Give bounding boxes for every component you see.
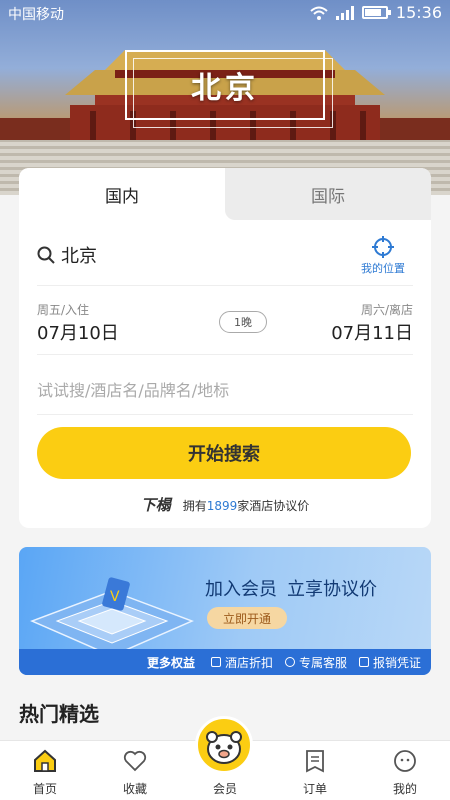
- benefit-label: 报销凭证: [372, 655, 421, 670]
- benefit-label: 专属客服: [298, 655, 347, 670]
- my-location-button[interactable]: 我的位置: [353, 236, 413, 276]
- benefit-service: 专属客服: [284, 654, 347, 671]
- headset-icon: [284, 657, 295, 667]
- mascot-icon: [206, 731, 242, 764]
- keyword-input[interactable]: 试试搜/酒店名/品牌名/地标: [37, 363, 413, 415]
- open-membership-button[interactable]: 立即开通: [207, 607, 287, 629]
- benefits-bar: 更多权益 酒店折扣 专属客服 报销凭证: [19, 649, 431, 675]
- tab-international[interactable]: 国际: [225, 168, 431, 220]
- benefit-label: 酒店折扣: [224, 655, 273, 670]
- city-title: 北京: [191, 71, 259, 106]
- checkin-label: 周五/入住: [37, 303, 90, 317]
- carrier-name: 中国移动: [8, 7, 64, 23]
- section-title: 热门精选: [19, 702, 99, 726]
- benefit-hotel-discount: 酒店折扣: [210, 654, 273, 671]
- nav-favorites[interactable]: 收藏: [90, 741, 180, 800]
- battery-icon: [361, 6, 391, 19]
- banner-title: 加入会员 立享协议价: [205, 575, 377, 601]
- order-icon: [306, 750, 324, 773]
- banner-title-benefit: 立享协议价: [287, 579, 377, 600]
- member-mascot-button[interactable]: [195, 716, 253, 774]
- search-card: 国内 国际 北京 我的位置 周五/入住 07月10日 1晚 周六/离店 07月1…: [19, 168, 431, 528]
- nav-favorites-label: 收藏: [122, 782, 147, 796]
- wifi-icon: [310, 6, 328, 20]
- nights-badge: 1晚: [219, 311, 267, 333]
- banner-title-join: 加入会员: [205, 579, 277, 600]
- membership-illustration: V: [30, 577, 194, 657]
- city-title-frame: 北京: [125, 50, 333, 128]
- status-bar: 中国移动 15:36: [0, 0, 450, 26]
- checkout-date[interactable]: 07月11日: [331, 319, 413, 345]
- nav-profile-label: 我的: [392, 782, 417, 796]
- region-tabs: 国内 国际: [19, 168, 431, 220]
- benefit-receipt: 报销凭证: [358, 654, 421, 671]
- nav-orders[interactable]: 订单: [270, 741, 360, 800]
- nav-member-label: 会员: [212, 782, 237, 796]
- membership-banner[interactable]: V 加入会员 立享协议价 立即开通 更多权益 酒店折扣 专属客服 报销凭证: [19, 547, 431, 675]
- profile-icon: [394, 750, 416, 772]
- clock: 15:36: [395, 3, 442, 22]
- signal-icon: [335, 5, 354, 20]
- nav-home-label: 首页: [32, 782, 57, 796]
- svg-text:V: V: [110, 589, 120, 605]
- start-search-button[interactable]: 开始搜索: [37, 427, 411, 479]
- more-benefits-link[interactable]: 更多权益: [147, 654, 195, 671]
- tab-domestic[interactable]: 国内: [19, 168, 225, 220]
- my-location-label: 我的位置: [361, 262, 405, 275]
- building-icon: [210, 657, 221, 667]
- nav-profile[interactable]: 我的: [360, 741, 450, 800]
- crosshair-icon: [372, 236, 394, 258]
- home-icon: [34, 749, 56, 772]
- receipt-icon: [358, 657, 369, 667]
- city-value[interactable]: 北京: [61, 242, 97, 268]
- checkout-label: 周六/离店: [360, 303, 413, 317]
- note-prefix: 拥有: [182, 499, 207, 513]
- agreement-note: 下榻 拥有1899家酒店协议价: [19, 494, 431, 515]
- hero-banner: 北京: [0, 0, 450, 195]
- note-suffix: 家酒店协议价: [237, 499, 310, 513]
- nav-home[interactable]: 首页: [0, 741, 90, 800]
- nav-orders-label: 订单: [302, 782, 327, 796]
- heart-icon: [123, 750, 147, 772]
- city-selector[interactable]: 北京 我的位置: [37, 236, 413, 286]
- brand-logo-text: 下榻: [140, 496, 171, 514]
- search-icon: [37, 246, 55, 264]
- checkin-date[interactable]: 07月10日: [37, 319, 119, 345]
- hotel-count: 1899: [206, 499, 238, 513]
- date-selector[interactable]: 周五/入住 07月10日 1晚 周六/离店 07月11日: [37, 293, 413, 355]
